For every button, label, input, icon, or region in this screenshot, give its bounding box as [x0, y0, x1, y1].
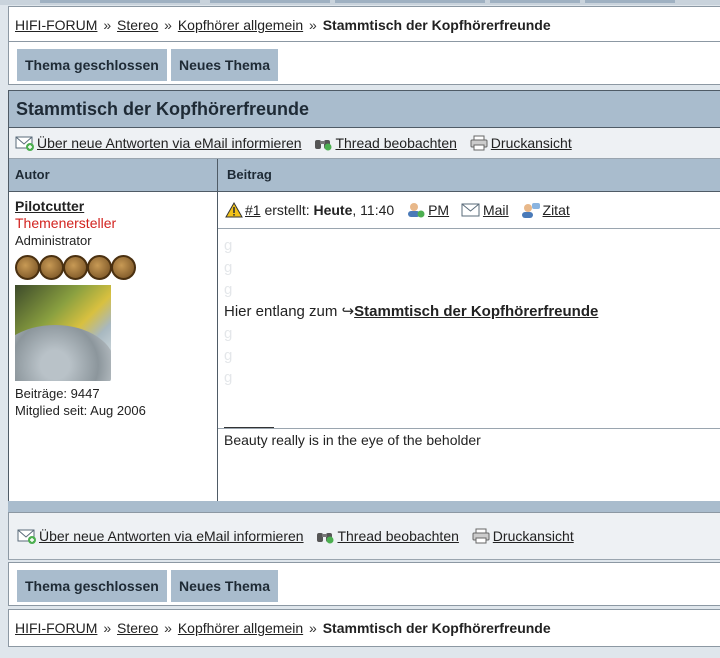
notify-link-text[interactable]: Über neue Antworten via eMail informiere… — [37, 135, 302, 151]
watch-link-bottom[interactable]: Thread beobachten — [315, 513, 459, 559]
new-topic-button[interactable]: Neues Thema — [171, 49, 279, 81]
quote-link[interactable]: Zitat — [543, 202, 570, 218]
post-created-day: Heute — [313, 202, 353, 218]
post-text-before: Hier entlang zum — [224, 303, 342, 320]
notify-link-text[interactable]: Über neue Antworten via eMail informiere… — [39, 528, 304, 544]
notify-link-bottom[interactable]: Über neue Antworten via eMail informiere… — [17, 513, 304, 559]
new-topic-button[interactable]: Neues Thema — [171, 570, 279, 602]
binoculars-icon — [317, 533, 334, 544]
thread-closed-button[interactable]: Thema geschlossen — [17, 570, 167, 602]
pm-icon — [408, 203, 425, 218]
notify-link[interactable]: Über neue Antworten via eMail informiere… — [15, 128, 302, 158]
breadcrumb-separator: » — [103, 620, 112, 636]
print-link-text[interactable]: Druckansicht — [491, 135, 572, 151]
breadcrumb-separator: » — [309, 620, 317, 636]
column-headers: Autor Beitrag — [9, 159, 720, 192]
binoculars-icon — [315, 140, 332, 151]
author-panel: Pilotcutter Themenersteller Administrato… — [9, 192, 218, 501]
rank-star-icon — [111, 255, 136, 280]
stammtisch-link[interactable]: Stammtisch der Kopfhörerfreunde — [354, 303, 598, 320]
warning-icon[interactable] — [225, 202, 243, 218]
top-tab[interactable] — [40, 0, 200, 3]
button-bar-top: Thema geschlossen Neues Thema — [8, 41, 720, 85]
link-arrow-icon: ↪ — [341, 303, 355, 320]
filler-line: g — [224, 369, 233, 386]
mail-icon — [461, 203, 480, 217]
breadcrumb-separator: » — [309, 17, 317, 33]
breadcrumb-link-hifi-forum[interactable]: HIFI-FORUM — [15, 620, 97, 636]
post-header: #1 erstellt: Heute, 11:40 PM Mail Zitat — [218, 192, 720, 229]
thread-tools: Über neue Antworten via eMail informiere… — [9, 128, 720, 159]
author-posts: Beiträge: 9447 — [15, 386, 100, 401]
filler-line: g — [224, 281, 233, 298]
top-tab[interactable] — [210, 0, 330, 3]
watch-link-text[interactable]: Thread beobachten — [337, 528, 458, 544]
rank-star-icon — [15, 255, 40, 280]
thread-closed-button[interactable]: Thema geschlossen — [17, 49, 167, 81]
rank-star-icon — [87, 255, 112, 280]
post-footer — [218, 428, 720, 465]
breadcrumb-separator: » — [164, 620, 172, 636]
breadcrumb-separator: » — [164, 17, 172, 33]
pm-link[interactable]: PM — [428, 202, 449, 218]
post-content: #1 erstellt: Heute, 11:40 PM Mail Zitat … — [218, 192, 720, 501]
post-text: Hier entlang zum ↪Stammtisch der Kopfhör… — [224, 301, 720, 323]
thread-container: Stammtisch der Kopfhörerfreunde Über neu… — [8, 90, 720, 502]
breadcrumb-link-stereo[interactable]: Stereo — [117, 620, 158, 636]
filler-line: g — [224, 259, 233, 276]
breadcrumb-link-kopfhoerer[interactable]: Kopfhörer allgemein — [178, 17, 303, 33]
rank-star-icon — [63, 255, 88, 280]
breadcrumb-current: Stammtisch der Kopfhörerfreunde — [322, 17, 551, 33]
post-row: Pilotcutter Themenersteller Administrato… — [9, 192, 720, 501]
breadcrumb-link-hifi-forum[interactable]: HIFI-FORUM — [15, 17, 97, 33]
top-nav-strip — [0, 0, 720, 5]
post-created-time: , 11:40 — [352, 202, 395, 218]
thread-tools-bottom: Über neue Antworten via eMail informiere… — [8, 512, 720, 560]
breadcrumb-bottom: HIFI-FORUM » Stereo » Kopfhörer allgemei… — [8, 609, 720, 647]
breadcrumb-link-kopfhoerer[interactable]: Kopfhörer allgemein — [178, 620, 303, 636]
breadcrumb-current: Stammtisch der Kopfhörerfreunde — [322, 620, 551, 636]
author-role: Themenersteller — [15, 215, 117, 231]
post-created-label: erstellt: — [264, 202, 310, 218]
avatar[interactable] — [15, 285, 111, 381]
printer-icon — [470, 135, 488, 151]
print-link-text[interactable]: Druckansicht — [493, 528, 574, 544]
rank-star-icon — [39, 255, 64, 280]
button-bar-bottom: Thema geschlossen Neues Thema — [8, 562, 720, 606]
top-tab[interactable] — [490, 0, 580, 3]
column-author: Autor — [9, 159, 218, 191]
watch-link[interactable]: Thread beobachten — [313, 128, 457, 158]
filler-line: g — [224, 347, 233, 364]
filler-line: g — [224, 237, 233, 254]
print-link-bottom[interactable]: Druckansicht — [471, 513, 574, 559]
print-link[interactable]: Druckansicht — [469, 128, 572, 158]
printer-icon — [472, 528, 490, 544]
quote-icon — [521, 203, 540, 218]
author-name[interactable]: Pilotcutter — [15, 198, 84, 214]
breadcrumb-link-stereo[interactable]: Stereo — [117, 17, 158, 33]
author-member-since: Mitglied seit: Aug 2006 — [15, 403, 146, 418]
watch-link-text[interactable]: Thread beobachten — [335, 135, 456, 151]
post-number[interactable]: #1 — [245, 202, 261, 218]
column-post: Beitrag — [227, 167, 272, 182]
breadcrumb: HIFI-FORUM » Stereo » Kopfhörer allgemei… — [8, 6, 720, 44]
mail-notify-icon — [15, 136, 34, 151]
top-tab[interactable] — [335, 0, 485, 3]
thread-bottom-band — [8, 501, 720, 512]
thread-title: Stammtisch der Kopfhörerfreunde — [9, 91, 720, 128]
author-rank: Administrator — [15, 233, 92, 248]
filler-line: g — [224, 325, 233, 342]
rank-stars — [15, 255, 217, 281]
breadcrumb-separator: » — [103, 17, 112, 33]
mail-notify-icon — [17, 529, 36, 544]
post-body: g g g Hier entlang zum ↪Stammtisch der K… — [218, 229, 720, 448]
mail-link[interactable]: Mail — [483, 202, 509, 218]
top-tab[interactable] — [585, 0, 675, 3]
